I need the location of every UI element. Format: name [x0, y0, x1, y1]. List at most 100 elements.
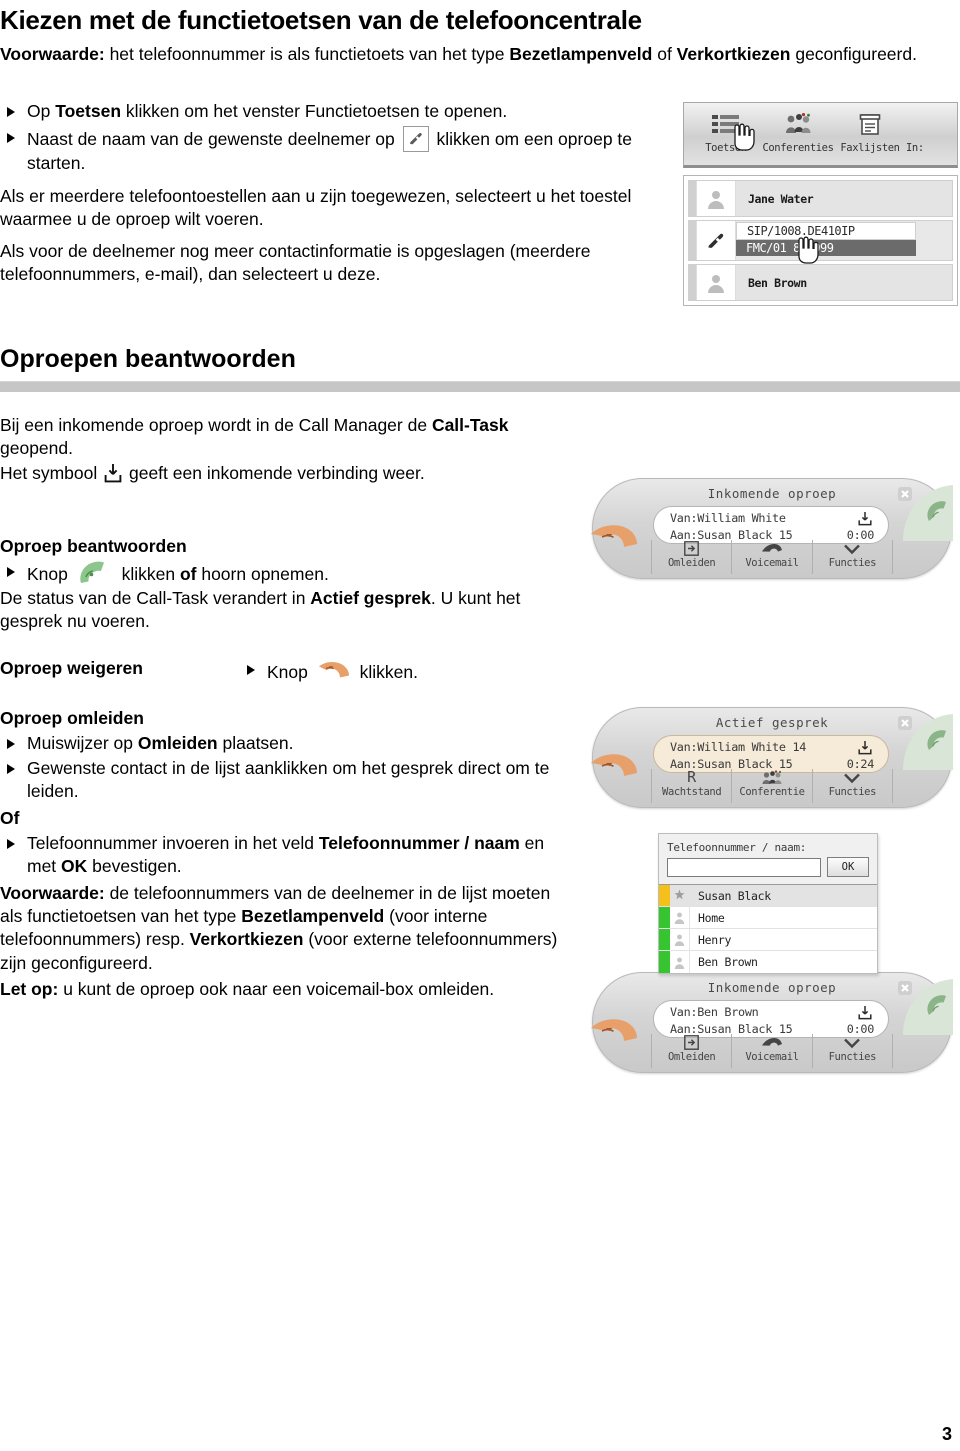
- calltask-incoming-widget[interactable]: Inkomende oproep Van:William White Aan:S…: [591, 478, 953, 580]
- answer-bullet-post: hoorn opnemen.: [196, 563, 329, 584]
- calltask-button-label: Functies: [828, 786, 877, 799]
- handset-icon: [585, 751, 639, 797]
- forward-b2-pre: Gewenste contact in de lijst aanklikken …: [27, 758, 550, 802]
- calltask-button-bar[interactable]: Omleiden Voicemail Functies: [651, 540, 893, 575]
- function-keys-contact-list[interactable]: Jane Water SIP/1008.DE410IP FMC/01 88899…: [683, 175, 958, 306]
- list-item: Muiswijzer op Omleiden plaatsen.: [0, 732, 570, 755]
- forward-arrow-icon: [652, 540, 731, 557]
- accept-call-button[interactable]: [895, 714, 953, 771]
- forward-bullet-list: Muiswijzer op Omleiden plaatsen. Gewenst…: [0, 732, 570, 804]
- answer-para-pre: De status van de Call-Task verandert in: [0, 588, 311, 609]
- or-bullet-bold-2: OK: [61, 856, 88, 877]
- device-dropdown[interactable]: SIP/1008.DE410IP FMC/01 888999: [736, 222, 916, 256]
- answer-bullet-pre: Knop: [27, 563, 73, 584]
- calltask-from: Van:William White: [670, 511, 786, 526]
- person-icon: [670, 951, 690, 973]
- bullet-2-pre: Naast de naam van de gewenste deelnemer …: [27, 129, 400, 150]
- reject-call-icon: [317, 658, 351, 685]
- phone-number-entry-popup[interactable]: Telefoonnummer / naam: OK Susan Black Ho…: [658, 833, 878, 974]
- dropdown-option-sip[interactable]: SIP/1008.DE410IP: [736, 222, 916, 240]
- toolbar-item-faxlijsten[interactable]: Faxlijsten: [834, 108, 906, 165]
- calltask-from: Van:William White 14: [670, 740, 807, 755]
- calltask-button-voicemail[interactable]: Voicemail: [731, 1034, 811, 1069]
- status-indicator: [659, 885, 670, 906]
- status-indicator: [659, 951, 670, 973]
- bullet-1-post: klikken om het venster Functietoetsen te…: [121, 101, 508, 121]
- ok-button[interactable]: OK: [827, 857, 869, 877]
- incoming-download-icon: [858, 740, 872, 760]
- answer-bullet-bold: of: [179, 563, 197, 584]
- calltask-button-wachtstand[interactable]: R Wachtstand: [651, 769, 731, 804]
- intro-left-column: Op Toetsen klikken om het venster Functi…: [0, 98, 660, 286]
- chevron-down-icon: [813, 540, 892, 557]
- calltask-button-label: Voicemail: [745, 1051, 799, 1064]
- multi-device-paragraph: Als er meerdere telefoontoestellen aan u…: [0, 185, 632, 229]
- status-bar: [689, 221, 696, 260]
- status-bar: [689, 265, 696, 300]
- calltask-button-functies[interactable]: Functies: [811, 769, 893, 804]
- toolbar-item-toetsen[interactable]: Toetsen: [690, 108, 762, 165]
- contact-list[interactable]: Susan Black Home Henry Ben Brown: [659, 884, 877, 973]
- calltask-button-omleiden[interactable]: Omleiden: [651, 540, 731, 575]
- sub-heading-forward: Oproep omleiden: [0, 708, 144, 728]
- calltask-button-label: Wachtstand: [662, 786, 722, 799]
- calltask-button-label: Functies: [828, 1051, 877, 1064]
- calltask-button-bar[interactable]: Omleiden Voicemail Functies: [651, 1034, 893, 1069]
- accept-call-button[interactable]: [895, 485, 953, 542]
- calltask-button-conferentie[interactable]: Conferentie: [731, 769, 811, 804]
- handset-down-icon: [732, 540, 811, 557]
- calltask-button-voicemail[interactable]: Voicemail: [731, 540, 811, 575]
- section-answer-calls: Oproepen beantwoorden: [0, 345, 960, 392]
- list-item[interactable]: Ben Brown: [659, 951, 877, 973]
- incoming-download-icon: [858, 511, 872, 531]
- calltask-forward-widget[interactable]: Inkomende oproep Van:Ben Brown Aan:Susan…: [591, 972, 953, 1074]
- calltask-button-bar[interactable]: R Wachtstand Conferentie Functies: [651, 769, 893, 804]
- calltask-button-label: Omleiden: [667, 1051, 716, 1064]
- forward-b1-bold: Omleiden: [137, 732, 218, 753]
- reject-bullet-pre: Knop: [267, 662, 313, 682]
- toolbar-screenshot: Toetsen Conferenties Faxlijsten In: Jane…: [683, 102, 958, 306]
- intro-bullet-list: Op Toetsen klikken om het venster Functi…: [0, 100, 660, 176]
- contact-name: Susan Black: [698, 888, 771, 903]
- calltask-button-functies[interactable]: Functies: [811, 540, 893, 575]
- phone-number-input[interactable]: [667, 857, 821, 877]
- toolbar-item-conferenties[interactable]: Conferenties: [762, 108, 834, 165]
- handset-call-icon[interactable]: [696, 221, 736, 260]
- person-icon: [670, 907, 690, 928]
- calltask-button-functies[interactable]: Functies: [811, 1034, 893, 1069]
- calltask-button-label: Functies: [828, 557, 877, 570]
- or-bullet-bold-1: Telefoonnummer / naam: [318, 832, 520, 853]
- list-item: Op Toetsen klikken om het venster Functi…: [0, 100, 660, 123]
- list-item[interactable]: Home: [659, 907, 877, 929]
- toolbar-label: In:: [906, 142, 924, 154]
- calltask-from-line: Van:William White 14: [670, 739, 874, 756]
- list-item: Telefoonnummer invoeren in het veld Tele…: [0, 832, 570, 879]
- condition-paragraph: Voorwaarde: het telefoonnummer is als fu…: [0, 43, 958, 66]
- table-row[interactable]: Jane Water: [688, 180, 953, 217]
- contact-name: Ben Brown: [698, 955, 758, 969]
- list-item[interactable]: Henry: [659, 929, 877, 951]
- calltask-from-line: Van:William White: [670, 510, 874, 527]
- answer-intro-1-post: geopend.: [0, 438, 73, 459]
- contact-name: Home: [698, 910, 725, 925]
- app-toolbar[interactable]: Toetsen Conferenties Faxlijsten In:: [683, 102, 958, 168]
- contact-name: Henry: [698, 932, 732, 947]
- page-title: Kiezen met de functietoetsen van de tele…: [0, 5, 642, 35]
- bullet-triangle-icon: [7, 566, 15, 577]
- sub-answer-block: Oproep beantwoorden Knop klikken of hoor…: [0, 536, 560, 633]
- toolbar-item-cut-off[interactable]: In:: [906, 108, 946, 165]
- dropdown-option-fmc[interactable]: FMC/01 888999: [736, 240, 916, 256]
- answer-intro-2-post: geeft een inkomende verbinding weer.: [124, 463, 425, 484]
- list-icon: [690, 108, 762, 142]
- calltask-button-omleiden[interactable]: Omleiden: [651, 1034, 731, 1069]
- calltask-from-line: Van:Ben Brown: [670, 1004, 874, 1021]
- toolbar-label: Faxlijsten: [840, 142, 900, 154]
- table-row[interactable]: Ben Brown: [688, 264, 953, 301]
- table-row-with-dropdown[interactable]: SIP/1008.DE410IP FMC/01 888999: [688, 220, 953, 264]
- accept-call-button[interactable]: [895, 979, 953, 1036]
- bullet-triangle-icon: [7, 764, 15, 775]
- person-icon: [670, 929, 690, 950]
- list-item[interactable]: Susan Black: [659, 885, 877, 907]
- calltask-active-widget[interactable]: Actief gesprek Van:William White 14 Aan:…: [591, 707, 953, 809]
- forward-note-paragraph: Let op: u kunt de oproep ook naar een vo…: [0, 978, 570, 1001]
